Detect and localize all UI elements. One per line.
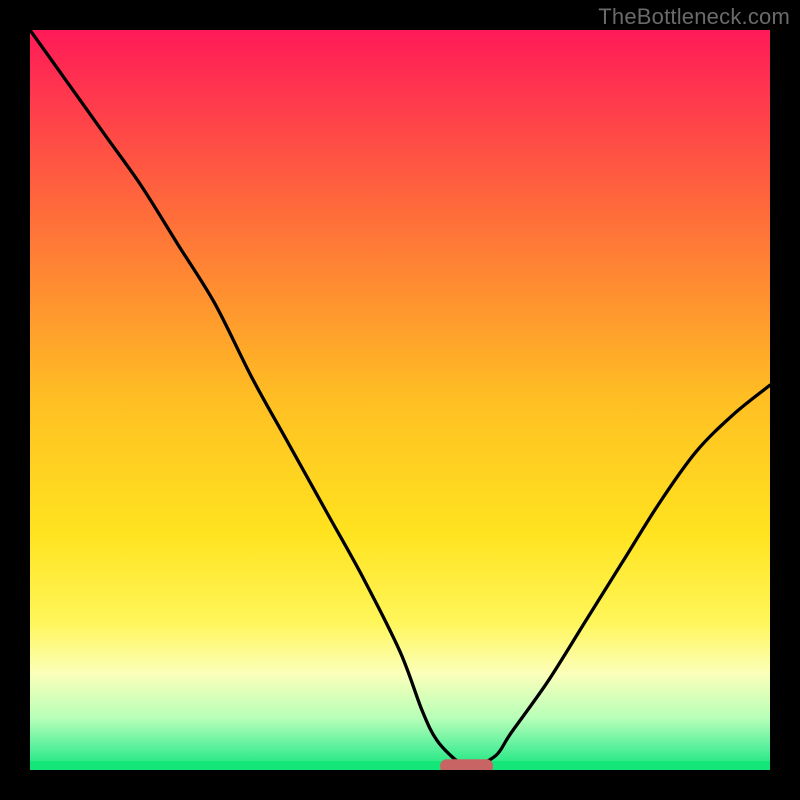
chart-frame: TheBottleneck.com <box>0 0 800 800</box>
watermark-text: TheBottleneck.com <box>598 4 790 30</box>
baseline-strip <box>30 761 770 770</box>
gradient-background <box>30 30 770 770</box>
optimum-marker <box>441 760 493 770</box>
bottleneck-chart <box>30 30 770 770</box>
